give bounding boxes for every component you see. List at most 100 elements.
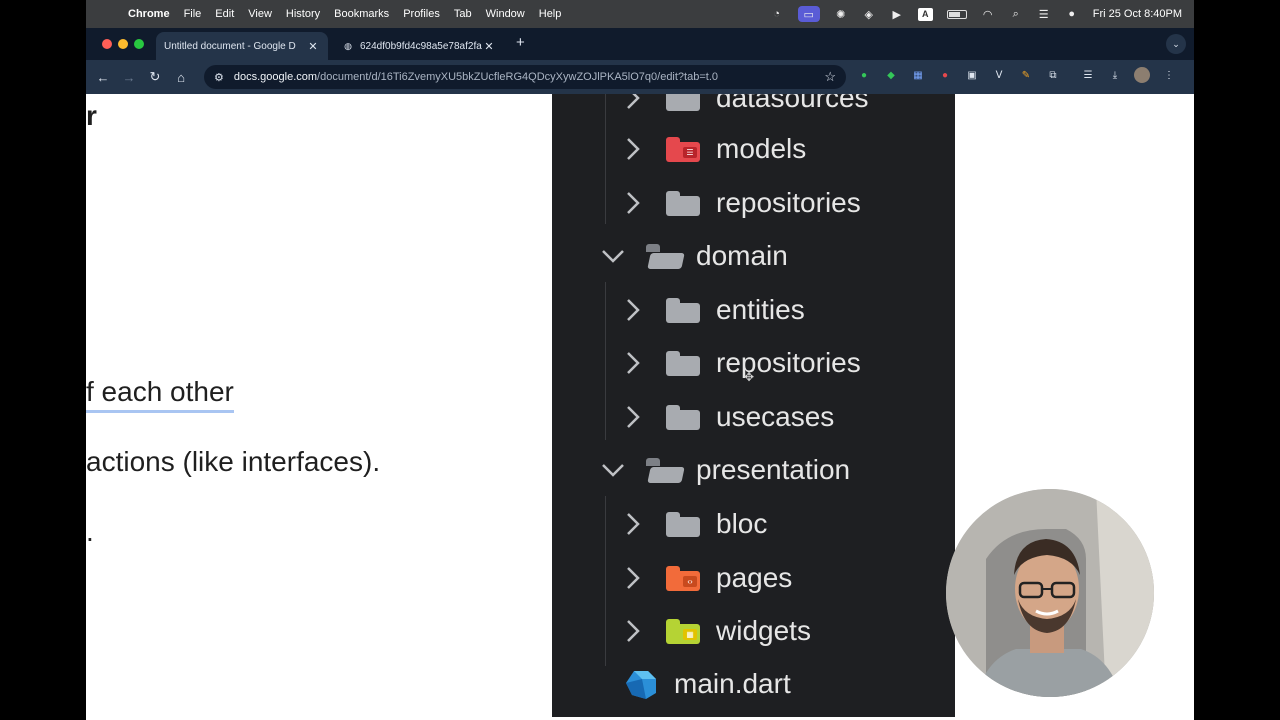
menu-app-name[interactable]: Chrome bbox=[128, 8, 170, 20]
bookmark-star-icon[interactable]: ☆ bbox=[824, 69, 836, 85]
tree-item-label: pages bbox=[716, 562, 793, 593]
tab-file[interactable]: ◍ 624df0b9fd4c98a5e78af2fa... ✕ bbox=[334, 32, 504, 60]
avatar[interactable] bbox=[1134, 67, 1150, 83]
extension-vd-icon[interactable]: ᐯ bbox=[991, 67, 1007, 83]
tree-item-usecases[interactable]: usecases bbox=[618, 397, 834, 437]
chevron-down-icon[interactable] bbox=[598, 450, 628, 490]
close-window-icon[interactable] bbox=[102, 39, 112, 49]
tab-title: Untitled document - Google D bbox=[164, 40, 296, 52]
openai-icon[interactable]: ✺ bbox=[834, 7, 848, 21]
tree-item-entities[interactable]: entities bbox=[618, 290, 805, 330]
puzzle-icon[interactable]: ⧉ bbox=[1045, 67, 1061, 83]
chevron-right-icon[interactable] bbox=[618, 611, 648, 651]
chevron-right-icon[interactable] bbox=[618, 94, 648, 118]
tree-item-label: datasources bbox=[716, 94, 869, 113]
reading-list-icon[interactable]: ☰ bbox=[1080, 67, 1096, 83]
close-tab-icon[interactable]: ✕ bbox=[482, 40, 496, 53]
widgets-folder-icon: ▦ bbox=[666, 618, 700, 644]
back-icon[interactable]: ← bbox=[90, 70, 116, 85]
wifi-icon[interactable]: ◠ bbox=[981, 7, 995, 21]
doc-text-line: actions (like interfaces). bbox=[86, 446, 381, 477]
tree-item-label: domain bbox=[696, 240, 788, 271]
forward-icon[interactable]: → bbox=[116, 70, 142, 85]
chevron-right-icon[interactable] bbox=[618, 343, 648, 383]
menu-bar-clock[interactable]: Fri 25 Oct 8:40PM bbox=[1093, 8, 1182, 20]
siri-icon[interactable]: ● bbox=[1065, 7, 1079, 21]
pen-icon[interactable]: ✎ bbox=[1018, 67, 1034, 83]
folder-icon bbox=[666, 350, 700, 376]
screen-record-icon[interactable]: ▭ bbox=[797, 6, 820, 22]
menu-tab[interactable]: Tab bbox=[454, 8, 472, 20]
tree-item-presentation[interactable]: presentation bbox=[598, 450, 850, 490]
chevron-right-icon[interactable] bbox=[618, 397, 648, 437]
extension-green-icon[interactable]: ◆ bbox=[883, 67, 899, 83]
folder-open-icon bbox=[646, 243, 685, 269]
tree-item-label: repositories bbox=[716, 347, 861, 378]
chevron-right-icon[interactable] bbox=[618, 504, 648, 544]
minimize-window-icon[interactable] bbox=[118, 39, 128, 49]
tree-item-bloc[interactable]: bloc bbox=[618, 504, 767, 544]
reload-icon[interactable]: ↻ bbox=[142, 69, 168, 85]
menu-view[interactable]: View bbox=[248, 8, 272, 20]
chevron-right-icon[interactable] bbox=[618, 558, 648, 598]
new-tab-icon[interactable]: + bbox=[516, 34, 525, 51]
chevron-down-icon[interactable] bbox=[598, 236, 628, 276]
maximize-window-icon[interactable] bbox=[134, 39, 144, 49]
chevron-right-icon[interactable] bbox=[618, 129, 648, 169]
globe-icon: ◍ bbox=[344, 40, 352, 51]
menu-help[interactable]: Help bbox=[539, 8, 562, 20]
folder-icon bbox=[666, 190, 700, 216]
video-icon[interactable]: ▣ bbox=[964, 67, 980, 83]
site-settings-icon[interactable]: ⚙ bbox=[214, 71, 224, 84]
tree-item-repositories[interactable]: repositories bbox=[618, 183, 861, 223]
close-tab-icon[interactable]: ✕ bbox=[306, 40, 320, 53]
presenter-video-icon bbox=[946, 489, 1154, 697]
menu-window[interactable]: Window bbox=[486, 8, 525, 20]
menu-edit[interactable]: Edit bbox=[215, 8, 234, 20]
extension-red-icon[interactable]: ● bbox=[937, 67, 953, 83]
tree-item-main-dart[interactable]: main.dart bbox=[624, 664, 791, 704]
play-icon[interactable]: ▶ bbox=[890, 7, 904, 21]
menu-history[interactable]: History bbox=[286, 8, 320, 20]
grammarly-icon[interactable]: ● bbox=[856, 67, 872, 83]
battery-icon[interactable] bbox=[946, 9, 967, 19]
menu-file[interactable]: File bbox=[184, 8, 202, 20]
chevron-right-icon[interactable] bbox=[618, 183, 648, 223]
tab-strip: Untitled document - Google D ✕ ◍ 624df0b… bbox=[86, 28, 1194, 138]
chevron-right-icon[interactable] bbox=[618, 290, 648, 330]
layers-icon[interactable]: ◈ bbox=[862, 7, 876, 21]
move-cursor-icon: ✥ bbox=[744, 370, 755, 384]
tree-item-domain[interactable]: domain bbox=[598, 236, 788, 276]
chevron-down-icon[interactable]: ⌄ bbox=[1166, 34, 1186, 54]
tree-item-models[interactable]: ☰ models bbox=[618, 129, 806, 169]
translate-icon[interactable]: ▦ bbox=[910, 67, 926, 83]
tree-item-datasources[interactable]: datasources bbox=[618, 94, 869, 118]
tree-item-repositories[interactable]: repositories bbox=[618, 343, 861, 383]
address-bar[interactable]: ⚙ docs.google.com /document/d/16Ti6Zvemy… bbox=[204, 65, 846, 89]
folder-icon bbox=[666, 297, 700, 323]
window-controls bbox=[102, 39, 144, 49]
dart-file-icon bbox=[626, 671, 656, 699]
webcam-overlay bbox=[946, 489, 1154, 697]
home-icon[interactable]: ⌂ bbox=[168, 70, 194, 85]
download-icon[interactable]: ⤓ bbox=[1107, 67, 1123, 83]
url-path: /document/d/16Ti6ZvemyXU5bkZUcfleRG4QDcy… bbox=[317, 71, 718, 83]
browser-toolbar: ← → ↻ ⌂ ⚙ docs.google.com /document/d/16… bbox=[86, 60, 1194, 94]
menu-bookmarks[interactable]: Bookmarks bbox=[334, 8, 389, 20]
tree-item-pages[interactable]: ‹› pages bbox=[618, 558, 792, 598]
control-center-icon[interactable]: ☰ bbox=[1037, 7, 1051, 21]
menu-profiles[interactable]: Profiles bbox=[403, 8, 440, 20]
tree-item-widgets[interactable]: ▦ widgets bbox=[618, 611, 811, 651]
screen: Chrome File Edit View History Bookmarks … bbox=[86, 0, 1194, 720]
folder-icon bbox=[666, 511, 700, 537]
input-source-icon[interactable]: A bbox=[917, 7, 933, 21]
pages-folder-icon: ‹› bbox=[666, 565, 700, 591]
more-menu-icon[interactable]: ⋮ bbox=[1161, 67, 1177, 83]
tree-item-label: usecases bbox=[716, 401, 835, 432]
doc-text-line: f each other bbox=[86, 376, 234, 413]
tab-google-docs[interactable]: Untitled document - Google D ✕ bbox=[156, 32, 328, 138]
search-icon[interactable]: ⌕ bbox=[1009, 7, 1023, 21]
screen-share-icon[interactable]: ◔ bbox=[770, 7, 784, 21]
tab-title: 624df0b9fd4c98a5e78af2fa... bbox=[360, 40, 482, 52]
folder-icon bbox=[666, 404, 700, 430]
